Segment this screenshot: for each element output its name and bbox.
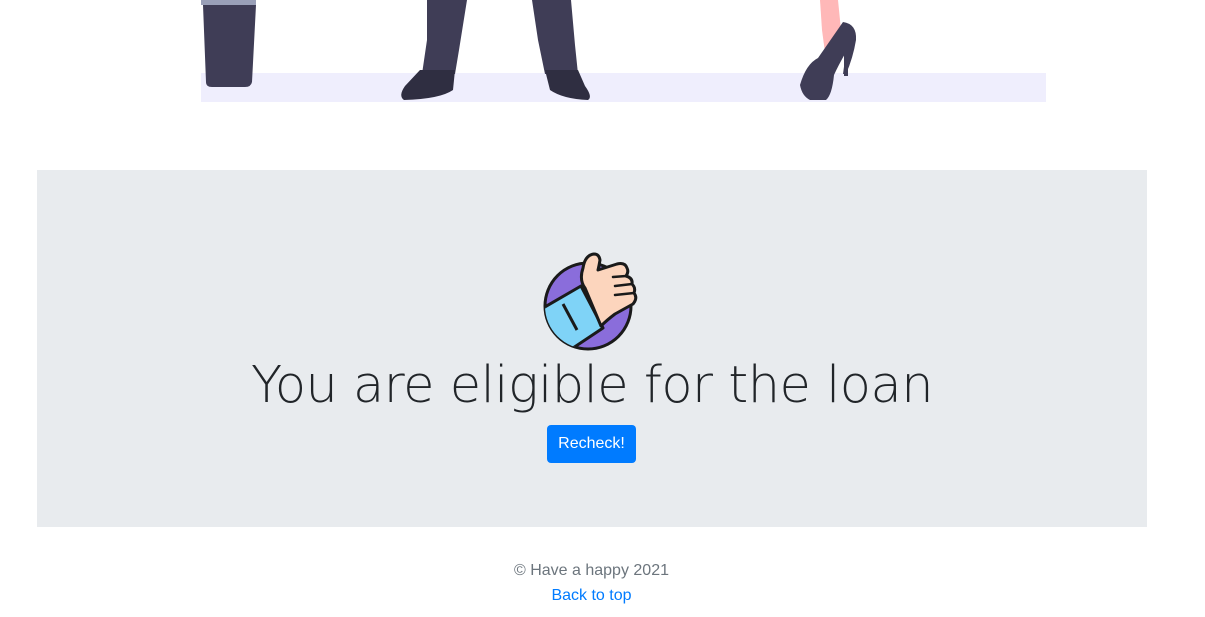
eligibility-result-panel: You are eligible for the loan Recheck! [37,170,1147,527]
illustration-floor [201,73,1046,102]
back-to-top-link[interactable]: Back to top [551,584,631,608]
people-standing-illustration [0,0,1205,110]
thumbs-up-icon [541,248,645,352]
copyright-text: © Have a happy 2021 [513,562,669,579]
recheck-button[interactable]: Recheck! [547,425,636,463]
bin-shape [201,0,256,87]
eligibility-headline: You are eligible for the loan [250,356,934,415]
page-footer: © Have a happy 2021 Back to top [0,558,1183,608]
illustration-svg [201,0,1046,102]
